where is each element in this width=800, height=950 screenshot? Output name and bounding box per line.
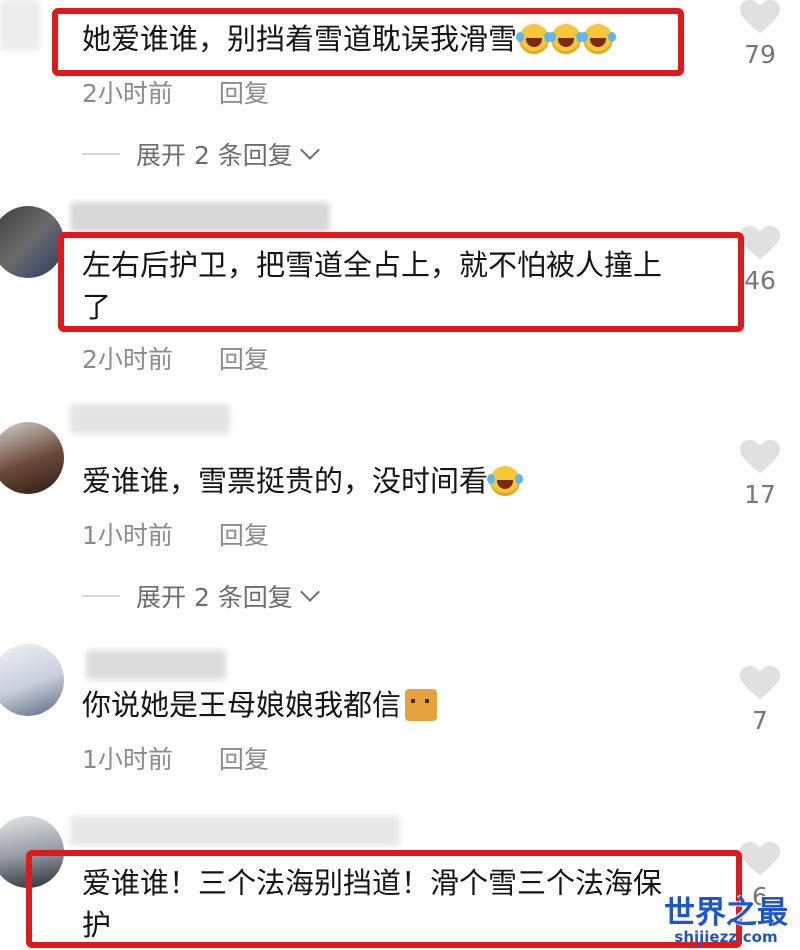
watermark-url: shijiezz.com [674, 928, 778, 946]
highlight-box [52, 8, 684, 76]
like-button[interactable]: 79 [738, 0, 782, 69]
divider [82, 595, 120, 597]
highlight-box [26, 850, 742, 948]
username-blurred [0, 0, 40, 50]
like-count: 79 [744, 40, 776, 69]
comment-meta: 2小时前 回复 [82, 340, 269, 376]
timestamp: 1小时前 [82, 745, 173, 774]
comment-text: 你说她是王母娘娘我都信 [82, 684, 438, 726]
watermark-title: 世界之最 [664, 895, 788, 931]
avatar [0, 644, 64, 716]
username-blurred [86, 650, 226, 680]
like-count: 46 [744, 266, 776, 295]
avatar [0, 422, 64, 494]
cat-emoji [405, 689, 438, 721]
like-button[interactable]: 46 [738, 226, 782, 295]
chevron-down-icon [299, 582, 320, 602]
comment-meta: 2小时前 回复 [82, 74, 269, 110]
timestamp: 2小时前 [82, 79, 173, 108]
avatar [0, 206, 64, 278]
chevron-down-icon [299, 140, 320, 160]
expand-replies-button[interactable]: 展开 2 条回复 [82, 578, 320, 614]
like-count: 17 [744, 480, 776, 509]
heart-icon [740, 0, 780, 33]
heart-icon [740, 666, 780, 699]
highlight-box [58, 232, 744, 332]
username-blurred [70, 202, 330, 232]
laugh-cry-emoji [487, 466, 521, 496]
expand-replies-button[interactable]: 展开 2 条回复 [82, 136, 320, 172]
heart-icon [740, 226, 780, 259]
reply-button[interactable]: 回复 [219, 745, 269, 774]
comment-text: 爱谁谁，雪票挺贵的，没时间看 [82, 460, 521, 502]
timestamp: 1小时前 [82, 521, 173, 550]
heart-icon [740, 440, 780, 473]
comment-meta: 1小时前 回复 [82, 740, 269, 776]
reply-button[interactable]: 回复 [219, 521, 269, 550]
reply-button[interactable]: 回复 [219, 345, 269, 374]
like-button[interactable]: 7 [738, 666, 782, 735]
divider [82, 153, 120, 155]
username-blurred [70, 816, 400, 846]
reply-button[interactable]: 回复 [219, 79, 269, 108]
like-button[interactable]: 17 [738, 440, 782, 509]
comment-meta: 1小时前 回复 [82, 516, 269, 552]
username-blurred [70, 404, 230, 434]
heart-icon [740, 842, 780, 875]
like-count: 7 [752, 706, 768, 735]
timestamp: 2小时前 [82, 345, 173, 374]
site-watermark: 世界之最 shijiezz.com [664, 887, 788, 946]
